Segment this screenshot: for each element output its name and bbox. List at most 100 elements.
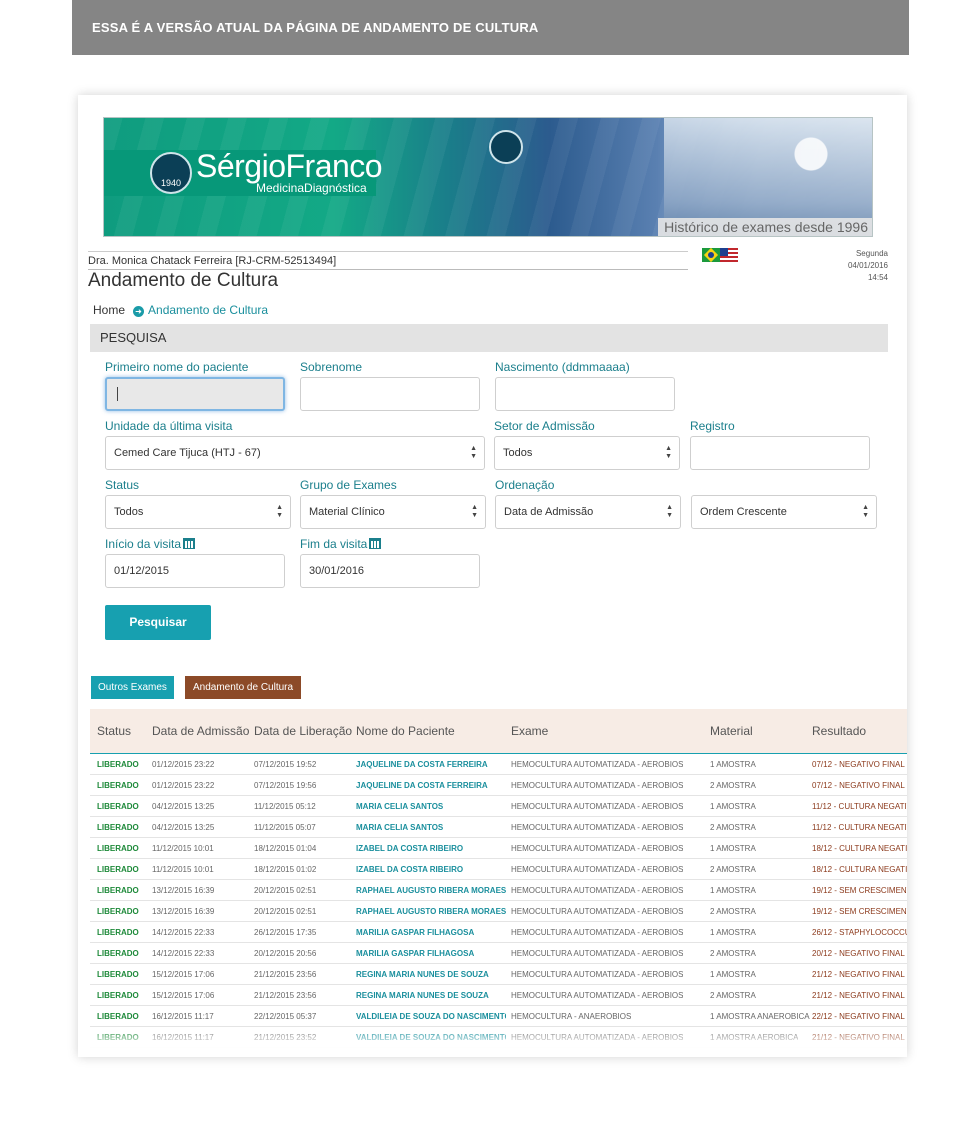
tab-culture-progress[interactable]: Andamento de Cultura — [185, 676, 302, 699]
patient-name-cell[interactable]: MARILIA GASPAR FILHAGOSA — [356, 928, 474, 937]
table-row[interactable]: LIBERADO 13/12/2015 16:39 20/12/2015 02:51… — [90, 901, 907, 922]
brazil-flag-icon[interactable] — [702, 248, 720, 262]
unit-select[interactable]: Cemed Care Tijuca (HTJ - 67) ▲ ▼ — [105, 436, 485, 470]
patient-name-cell[interactable]: MARILIA GASPAR FILHAGOSA — [356, 949, 474, 958]
column-header-material[interactable]: Material — [710, 724, 753, 738]
table-row[interactable]: LIBERADO 16/12/2015 11:17 22/12/2015 05:37… — [90, 1006, 907, 1027]
patient-name-cell[interactable]: VALDILEIA DE SOUZA DO NASCIMENTO — [356, 1012, 506, 1021]
search-button[interactable]: Pesquisar — [105, 605, 211, 640]
patient-name-cell[interactable]: REGINA MARIA NUNES DE SOUZA — [356, 970, 489, 979]
exam-group-select[interactable]: Material Clínico ▲ ▼ — [300, 495, 486, 529]
status-label: Status — [105, 478, 140, 492]
table-row[interactable]: LIBERADO 11/12/2015 10:01 18/12/2015 01:02… — [90, 859, 907, 880]
material-cell: 1 AMOSTRA — [710, 802, 756, 811]
page-title: Andamento de Cultura — [88, 270, 279, 291]
status-cell: LIBERADO — [97, 823, 139, 832]
direction-select[interactable]: Ordem Crescente ▲ ▼ — [691, 495, 877, 529]
status-cell: LIBERADO — [97, 907, 139, 916]
status-select[interactable]: Todos ▲ ▼ — [105, 495, 291, 529]
logo-emblem-icon: 1940 — [150, 152, 192, 194]
birth-field: Nascimento (ddmmaaaa) — [495, 360, 675, 411]
sector-field: Setor de Admissão Todos ▲ ▼ — [494, 419, 680, 470]
admission-date-cell: 01/12/2015 23:22 — [152, 760, 215, 769]
patient-name-cell[interactable]: MARIA CELIA SANTOS — [356, 802, 443, 811]
usa-flag-icon[interactable] — [720, 248, 738, 262]
patient-name-cell[interactable]: MARIA CELIA SANTOS — [356, 823, 443, 832]
table-row[interactable]: LIBERADO 04/12/2015 13:25 11/12/2015 05:12… — [90, 796, 907, 817]
order-label: Ordenação — [495, 478, 555, 492]
calendar-icon[interactable] — [183, 538, 196, 549]
table-row[interactable]: LIBERADO 01/12/2015 23:22 07/12/2015 19:56… — [90, 775, 907, 796]
table-row[interactable]: LIBERADO 14/12/2015 22:33 26/12/2015 17:35… — [90, 922, 907, 943]
exam-cell: HEMOCULTURA AUTOMATIZADA - AEROBIOS — [511, 760, 684, 769]
release-date-cell: 11/12/2015 05:07 — [254, 823, 316, 832]
status-cell: LIBERADO — [97, 802, 139, 811]
admission-date-cell: 16/12/2015 11:17 — [152, 1012, 214, 1021]
result-cell: 20/12 - NEGATIVO FINAL — [812, 949, 905, 958]
table-row[interactable]: LIBERADO 15/12/2015 17:06 21/12/2015 23:56… — [90, 985, 907, 1006]
result-cell: 11/12 - CULTURA NEGATIV — [812, 823, 907, 832]
visit-end-input[interactable]: 30/01/2016 — [300, 554, 480, 588]
table-row[interactable]: LIBERADO 01/12/2015 23:22 07/12/2015 19:52… — [90, 754, 907, 775]
status-cell: LIBERADO — [97, 991, 139, 1000]
sector-select[interactable]: Todos ▲ ▼ — [494, 436, 680, 470]
sector-label: Setor de Admissão — [494, 419, 595, 433]
patient-name-cell[interactable]: REGINA MARIA NUNES DE SOUZA — [356, 991, 489, 1000]
breadcrumb-current[interactable]: Andamento de Cultura — [148, 303, 268, 317]
visit-end-field: Fim da visita 30/01/2016 — [300, 537, 480, 588]
visit-start-input[interactable]: 01/12/2015 — [105, 554, 285, 588]
status-cell: LIBERADO — [97, 949, 139, 958]
result-cell: 21/12 - NEGATIVO FINAL — [812, 991, 905, 1000]
surname-field: Sobrenome — [300, 360, 480, 411]
release-date-cell: 11/12/2015 05:12 — [254, 802, 316, 811]
building-logo-icon — [489, 130, 523, 164]
search-section-header: PESQUISA — [90, 324, 888, 352]
tab-other-exams[interactable]: Outros Exames — [91, 676, 174, 699]
admission-date-cell: 15/12/2015 17:06 — [152, 970, 215, 979]
release-date-cell: 20/12/2015 20:56 — [254, 949, 317, 958]
patient-name-cell[interactable]: IZABEL DA COSTA RIBEIRO — [356, 844, 463, 853]
unit-label: Unidade da última visita — [105, 419, 233, 433]
status-cell: LIBERADO — [97, 760, 139, 769]
material-cell: 2 AMOSTRA — [710, 865, 756, 874]
column-header-release[interactable]: Data de Liberação — [254, 724, 352, 738]
admission-date-cell: 04/12/2015 13:25 — [152, 823, 215, 832]
column-header-admission[interactable]: Data de Admissão — [152, 724, 249, 738]
exam-cell: HEMOCULTURA AUTOMATIZADA - AEROBIOS — [511, 886, 684, 895]
column-header-exam[interactable]: Exame — [511, 724, 548, 738]
patient-name-cell[interactable]: RAPHAEL AUGUSTO RIBERA MORAES — [356, 907, 506, 916]
release-date-cell: 18/12/2015 01:02 — [254, 865, 317, 874]
patient-name-cell[interactable]: JAQUELINE DA COSTA FERREIRA — [356, 760, 488, 769]
top-banner: ESSA É A VERSÃO ATUAL DA PÁGINA DE ANDAM… — [72, 0, 909, 55]
column-header-status[interactable]: Status — [97, 724, 131, 738]
patient-name-cell[interactable]: RAPHAEL AUGUSTO RIBERA MORAES — [356, 886, 506, 895]
table-row[interactable]: LIBERADO 14/12/2015 22:33 20/12/2015 20:56… — [90, 943, 907, 964]
select-arrows-icon: ▲ ▼ — [665, 445, 672, 460]
material-cell: 2 AMOSTRA — [710, 991, 756, 1000]
registry-input[interactable] — [690, 436, 870, 470]
breadcrumb-home[interactable]: Home — [93, 303, 125, 317]
column-header-result[interactable]: Resultado — [812, 724, 866, 738]
patient-name-cell[interactable]: JAQUELINE DA COSTA FERREIRA — [356, 781, 488, 790]
material-cell: 1 AMOSTRA — [710, 844, 756, 853]
table-row[interactable]: LIBERADO 13/12/2015 16:39 20/12/2015 02:51… — [90, 880, 907, 901]
table-row[interactable]: LIBERADO 04/12/2015 13:25 11/12/2015 05:07… — [90, 817, 907, 838]
exam-group-label: Grupo de Exames — [300, 478, 397, 492]
banner-tagline: Histórico de exames desde 1996 — [658, 218, 872, 236]
birth-input[interactable] — [495, 377, 675, 411]
table-body: LIBERADO 01/12/2015 23:22 07/12/2015 19:52… — [90, 754, 907, 1057]
table-row[interactable]: LIBERADO 11/12/2015 10:01 18/12/2015 01:04… — [90, 838, 907, 859]
column-header-patient[interactable]: Nome do Paciente — [356, 724, 455, 738]
calendar-icon[interactable] — [369, 538, 382, 549]
table-row[interactable]: LIBERADO 15/12/2015 17:06 21/12/2015 23:56… — [90, 964, 907, 985]
first-name-input[interactable] — [105, 377, 285, 411]
surname-input[interactable] — [300, 377, 480, 411]
patient-name-cell[interactable]: IZABEL DA COSTA RIBEIRO — [356, 865, 463, 874]
order-select[interactable]: Data de Admissão ▲ ▼ — [495, 495, 681, 529]
exam-cell: HEMOCULTURA AUTOMATIZADA - AEROBIOS — [511, 781, 684, 790]
table-header: Status Data de Admissão Data de Liberaçã… — [90, 709, 907, 754]
exam-cell: HEMOCULTURA AUTOMATIZADA - AEROBIOS — [511, 802, 684, 811]
release-date-cell: 07/12/2015 19:52 — [254, 760, 317, 769]
registry-label: Registro — [690, 419, 735, 433]
birth-label: Nascimento (ddmmaaaa) — [495, 360, 630, 374]
